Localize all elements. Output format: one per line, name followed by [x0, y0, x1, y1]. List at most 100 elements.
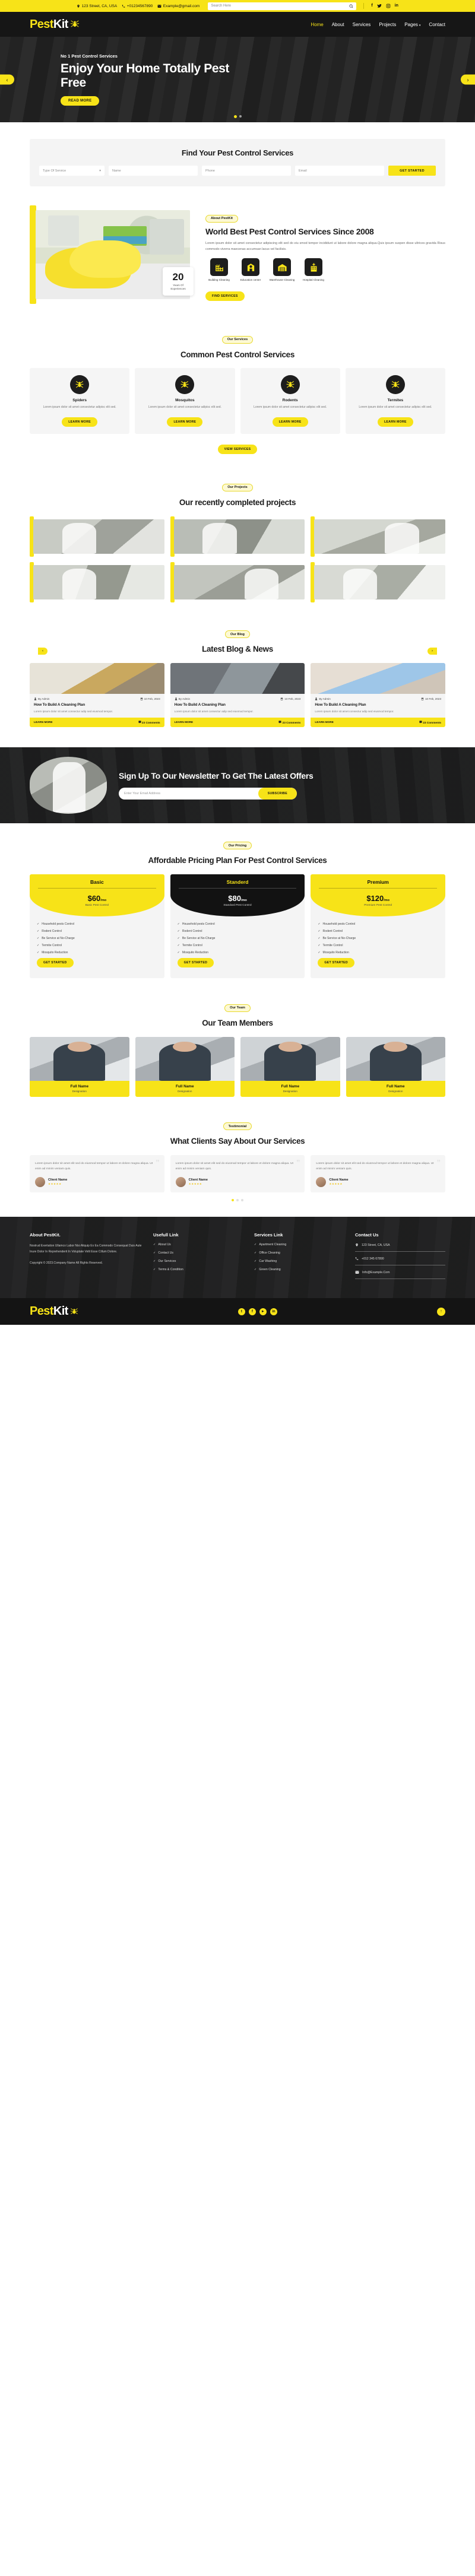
service-card[interactable]: Mosquitos Lorem ipsum dolor sit amet con…	[135, 368, 235, 434]
footer-link-text: Terms & Condition	[158, 1268, 183, 1272]
blog-card[interactable]: By Admin 10 Feb, 2023 How To Build A Cle…	[30, 662, 164, 727]
nav-item-home[interactable]: Home	[311, 22, 323, 27]
view-services-button[interactable]: VIEW SERVICES	[217, 445, 258, 455]
plan-cta-button[interactable]: GET STARTED	[37, 958, 74, 968]
nav-item-pages[interactable]: Pages ▾	[404, 22, 420, 27]
phone-input[interactable]: Phone	[202, 166, 291, 176]
hero-dot-2[interactable]	[239, 115, 242, 118]
service-card-cta[interactable]: LEARN MORE	[62, 417, 98, 427]
nav-item-about[interactable]: About	[332, 22, 344, 27]
blog-card[interactable]: By Admin 10 Feb, 2023 How To Build A Cle…	[311, 662, 446, 727]
projects-title: Our recently completed projects	[179, 497, 296, 507]
newsletter-email-input[interactable]: Enter Your Email Address	[119, 788, 258, 800]
nav-item-projects[interactable]: Projects	[379, 22, 396, 27]
service-card-cta[interactable]: LEARN MORE	[167, 417, 203, 427]
blog-card[interactable]: By Admin 10 Feb, 2023 How To Build A Cle…	[170, 662, 305, 727]
hero-prev-button[interactable]: ‹	[0, 74, 14, 85]
blog-learn-more[interactable]: LEARN MORE	[34, 721, 53, 724]
about-service-warehouse[interactable]: Warehouse Cleaning	[268, 258, 296, 283]
hero-dots	[0, 115, 475, 118]
back-to-top-button[interactable]: ↑	[436, 1307, 445, 1316]
team-member[interactable]: Full Name Designation	[240, 1036, 340, 1097]
linkedin-icon[interactable]: in	[270, 1308, 277, 1315]
facebook-icon[interactable]: f	[371, 4, 372, 8]
blog-card-body: By Admin 10 Feb, 2023 How To Build A Cle…	[311, 694, 446, 727]
blog-next-button[interactable]: ›	[428, 647, 437, 655]
team-member[interactable]: Full Name Designation	[135, 1036, 235, 1097]
service-type-select[interactable]: Type Of Service ▾	[39, 166, 104, 176]
email-input[interactable]: Email	[295, 166, 384, 176]
project-item[interactable]	[170, 561, 305, 602]
nav-item-contact[interactable]: Contact	[429, 22, 445, 27]
team-member[interactable]: Full Name Designation	[346, 1036, 445, 1097]
testimonial-author-info: Client Name ★★★★★	[189, 1178, 208, 1186]
projects-header: Our Projects Our recently completed proj…	[30, 480, 445, 507]
subscribe-button[interactable]: SUBSCRIBE	[258, 788, 297, 800]
project-image	[33, 519, 164, 554]
plan-cta-wrap: GET STARTED	[177, 958, 298, 968]
hero-dot-1[interactable]	[233, 115, 237, 118]
find-services-button[interactable]: FIND SERVICES	[205, 291, 245, 302]
service-card[interactable]: Spiders Lorem ipsum dolor sit amet conse…	[30, 368, 130, 434]
check-icon: ✓	[318, 944, 321, 948]
nav-item-services[interactable]: Services	[353, 22, 371, 27]
name-input[interactable]: Name	[109, 166, 198, 176]
get-started-button[interactable]: GET STARTED	[388, 166, 436, 176]
footer-contact-phone: +012 345 67890	[355, 1257, 445, 1266]
twitter-icon[interactable]	[376, 4, 382, 8]
service-card[interactable]: Termites Lorem ipsum dolor sit amet cons…	[345, 368, 445, 434]
footer-link[interactable]: ✓ Car Washing	[254, 1260, 344, 1263]
rating-stars: ★★★★★	[188, 1182, 202, 1186]
footer-link[interactable]: ✓ Our Services	[153, 1260, 243, 1263]
footer-link[interactable]: ✓ Apartment Cleaning	[254, 1243, 344, 1246]
footer-services-col: Services Link ✓ Apartment Cleaning ✓ Offic…	[254, 1232, 344, 1284]
footer-link[interactable]: ✓ About Us	[153, 1243, 243, 1246]
youtube-icon[interactable]: ►	[259, 1308, 267, 1315]
about-service-building[interactable]: Building Cleaning	[205, 258, 233, 283]
team-member[interactable]: Full Name Designation	[30, 1036, 129, 1097]
testimonial-dot-3[interactable]	[241, 1199, 243, 1202]
footer-link[interactable]: ✓ Office Cleaning	[254, 1251, 344, 1255]
twitter-icon[interactable]: t	[238, 1308, 245, 1315]
blog-card-desc: Lorem ipsum dolor sit amet consectur adi…	[315, 709, 394, 713]
project-item[interactable]	[30, 561, 164, 602]
linkedin-icon[interactable]: in	[395, 4, 398, 8]
about-service-education[interactable]: Education center	[237, 258, 264, 283]
blog-comments-text: 23 Comments	[141, 721, 160, 724]
service-card[interactable]: Rodents Lorem ipsum dolor sit amet conse…	[240, 368, 340, 434]
testimonial-dot-1[interactable]	[232, 1199, 234, 1202]
footer-logo[interactable]: Pest Kit	[30, 1305, 78, 1318]
check-icon: ✓	[153, 1251, 156, 1255]
site-logo[interactable]: Pest Kit	[30, 18, 80, 31]
service-card-desc: Lorem ipsum dolor sit amet consectetur a…	[43, 405, 116, 410]
blog-prev-button[interactable]: ‹	[38, 647, 48, 655]
footer-link[interactable]: ✓ Contact Us	[153, 1251, 243, 1255]
service-card-cta[interactable]: LEARN MORE	[377, 417, 413, 427]
blog-nav: ‹ ›	[30, 647, 445, 655]
project-item[interactable]	[30, 516, 164, 557]
testimonial-dot-2[interactable]	[236, 1199, 239, 1202]
blog-learn-more[interactable]: LEARN MORE	[175, 721, 194, 724]
pricing-header: Our Pricing Affordable Pricing Plan For …	[30, 839, 445, 866]
facebook-icon[interactable]: f	[248, 1308, 256, 1315]
blog-learn-more[interactable]: LEARN MORE	[315, 721, 334, 724]
search-input[interactable]: Search Here	[208, 2, 357, 10]
plan-cta-button[interactable]: GET STARTED	[318, 958, 354, 968]
project-item[interactable]	[170, 516, 305, 557]
footer-contact-text: Info@Example.Com	[362, 1270, 390, 1274]
instagram-icon[interactable]	[386, 4, 391, 8]
project-item[interactable]	[311, 516, 445, 557]
search-icon[interactable]	[349, 4, 353, 8]
footer-link-text: About Us	[158, 1243, 171, 1247]
footer-link[interactable]: ✓ Terms & Condition	[153, 1268, 243, 1271]
about-service-hospital[interactable]: Hospital Cleaning	[300, 258, 327, 283]
plan-feature: ✓ Rodent Control	[318, 929, 438, 933]
check-icon: ✓	[318, 937, 321, 941]
hero-next-button[interactable]: ›	[461, 74, 475, 85]
hero-cta-button[interactable]: READ MORE	[61, 96, 100, 106]
service-card-cta[interactable]: LEARN MORE	[272, 417, 308, 427]
footer-link[interactable]: ✓ Green Cleaning	[254, 1268, 344, 1271]
plan-cta-button[interactable]: GET STARTED	[177, 958, 214, 968]
project-item[interactable]	[311, 561, 445, 602]
hero-slider: No 1 Pest Control Services Enjoy Your Ho…	[0, 37, 475, 122]
